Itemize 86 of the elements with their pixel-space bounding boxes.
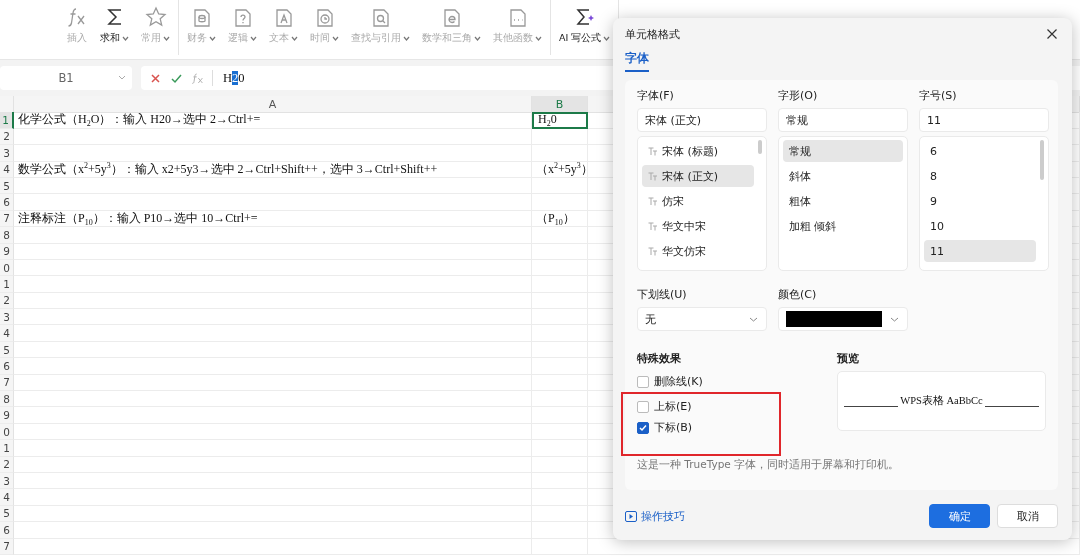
chevron-down-icon — [749, 316, 758, 322]
caret-icon — [474, 36, 481, 41]
ribbon-button[interactable]: AI 写公式 — [557, 6, 613, 55]
play-icon — [625, 510, 637, 522]
info-text: 这是一种 TrueType 字体，同时适用于屏幕和打印机。 — [637, 458, 901, 472]
row-header[interactable]: 6 — [0, 194, 14, 211]
list-item[interactable]: 仿宋 — [642, 190, 754, 212]
checkbox[interactable]: 删除线(K) — [637, 371, 797, 392]
table-cell: 注释标注（P$_{10}$）：输入 P10→选中 10→Ctrl+= — [14, 210, 532, 228]
list-item[interactable]: 斜体 — [783, 165, 903, 187]
caret-icon — [403, 36, 410, 41]
list-item[interactable]: 6 — [924, 140, 1036, 162]
row-header[interactable]: 1 — [0, 112, 14, 129]
table-cell: （P$_{10}$） — [532, 210, 588, 228]
ok-button[interactable]: 确定 — [929, 504, 990, 528]
chevron-down-icon — [118, 75, 126, 80]
row-header[interactable]: 8 — [0, 391, 14, 408]
list-item[interactable]: 华文仿宋 — [642, 240, 754, 262]
color-dropdown[interactable] — [778, 307, 908, 331]
list-item[interactable]: 粗体 — [783, 190, 903, 212]
table-cell: H$_{2}$0 — [532, 112, 588, 129]
font-type-icon — [648, 196, 657, 206]
close-button[interactable] — [1046, 28, 1058, 40]
font-type-icon — [648, 246, 657, 256]
cancel-button[interactable]: 取消 — [997, 504, 1058, 528]
fx-icon — [191, 71, 204, 85]
tab[interactable]: 字体 — [625, 48, 649, 72]
tips-link[interactable]: 操作技巧 — [625, 508, 685, 524]
scrollbar-thumb[interactable] — [758, 140, 762, 154]
chevron-down-icon — [890, 316, 899, 322]
list-item[interactable]: 宋体 (正文) — [642, 165, 754, 187]
section-title: 特殊效果 — [637, 351, 682, 366]
font-type-icon — [648, 146, 657, 156]
row-header[interactable]: 4 — [0, 325, 14, 342]
caret-icon — [209, 36, 216, 41]
name-box[interactable]: B1 — [0, 66, 132, 90]
star-icon — [144, 6, 167, 28]
field-label: 颜色(C) — [778, 287, 818, 302]
caret-icon — [332, 36, 339, 41]
field-label: 字体(F) — [637, 88, 675, 103]
input-field[interactable]: 宋体 (正文) — [637, 108, 767, 132]
list-item[interactable]: 9 — [924, 190, 1036, 212]
caret-icon — [163, 36, 170, 41]
ribbon-button[interactable]: 求和 — [98, 6, 131, 55]
row-header[interactable]: 4 — [0, 489, 14, 506]
table-cell: 化学公式（H$_{2}$O）：输入 H20→选中 2→Ctrl+= — [14, 112, 532, 129]
caret-icon — [122, 36, 129, 41]
row-header[interactable]: 8 — [0, 227, 14, 244]
caret-icon — [535, 36, 542, 41]
row-header[interactable]: 1 — [0, 276, 14, 293]
input-field[interactable]: 常规 — [778, 108, 908, 132]
list-item[interactable]: 华文中宋 — [642, 215, 754, 237]
row-header[interactable]: 1 — [0, 440, 14, 457]
section-title: 预览 — [837, 351, 860, 366]
table-cell: （x$^{2}$+5y$^{3}$） — [532, 161, 588, 178]
checkmark-icon — [638, 422, 648, 433]
checkbox[interactable]: 上标(E) — [637, 396, 692, 417]
row-header[interactable]: 6 — [0, 522, 14, 539]
field-label: 下划线(U) — [637, 287, 688, 302]
input-field[interactable]: 11 — [919, 108, 1049, 132]
checkbox[interactable]: 下标(B) — [637, 417, 693, 438]
list-item[interactable]: 11 — [924, 240, 1036, 262]
list-item[interactable]: 10 — [924, 215, 1036, 237]
list-item[interactable]: 常规 — [783, 140, 903, 162]
caret-icon — [250, 36, 257, 41]
field-label: 字形(O) — [778, 88, 819, 103]
font-type-icon — [648, 221, 657, 231]
row-header[interactable]: 9 — [0, 407, 14, 424]
table-cell: 数学公式（x$^{2}$+5y$^{3}$）：输入 x2+5y3→选中 2→Ctrl+Shift++，选中 3→Ctrl+Shift++ — [14, 161, 532, 178]
cancel-icon — [149, 71, 162, 85]
preview-text: WPS表格 AaBbCc — [899, 394, 984, 408]
caret-icon — [603, 36, 611, 41]
dialog-title: 单元格格式 — [625, 26, 680, 42]
close-icon — [1046, 28, 1058, 40]
list-item[interactable]: 加粗 倾斜 — [783, 215, 903, 237]
column-header[interactable]: A — [14, 96, 532, 113]
list-item[interactable]: 8 — [924, 165, 1036, 187]
field-label: 字号(S) — [919, 88, 958, 103]
row-header[interactable]: 6 — [0, 358, 14, 375]
font-type-icon — [648, 171, 657, 181]
list-item[interactable]: 宋体 (标题) — [642, 140, 754, 162]
row-header[interactable]: 3 — [0, 309, 14, 326]
row-header[interactable]: 3 — [0, 145, 14, 162]
dropdown[interactable]: 无 — [637, 307, 767, 331]
scrollbar-thumb[interactable] — [1040, 140, 1044, 180]
caret-icon — [291, 36, 298, 41]
